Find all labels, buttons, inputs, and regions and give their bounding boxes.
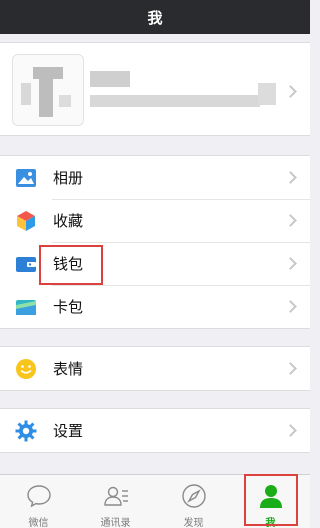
tab-chats[interactable]: 微信 — [0, 475, 77, 528]
chevron-right-icon — [284, 171, 297, 184]
chevron-right-icon — [284, 214, 297, 227]
tab-me-highlight-box — [244, 474, 298, 526]
tab-label: 微信 — [28, 518, 49, 528]
profile-name — [90, 71, 130, 87]
wallet-icon — [16, 257, 36, 272]
menu-item-label: 表情 — [53, 360, 84, 378]
menu-item-settings[interactable]: 设置 — [0, 409, 310, 452]
chat-bubble-icon — [26, 485, 51, 508]
tab-contacts[interactable]: 通讯录 — [77, 475, 154, 528]
favorites-cube-icon — [17, 211, 35, 231]
profile-id — [90, 95, 260, 107]
card-package-icon — [16, 300, 36, 315]
menu-item-favorites[interactable]: 收藏 — [0, 199, 310, 242]
qr-code-icon[interactable] — [258, 83, 276, 105]
chevron-right-icon — [284, 300, 297, 313]
wallet-highlight-box — [39, 245, 103, 285]
menu-item-label: 卡包 — [53, 298, 84, 316]
top-nav-bar: 我 — [0, 0, 310, 34]
gear-icon — [15, 420, 37, 442]
menu-group-1: 相册 收藏 钱包 卡包 — [0, 155, 310, 329]
chevron-right-icon — [284, 424, 297, 437]
tab-label: 发现 — [183, 518, 204, 528]
menu-item-label: 收藏 — [53, 212, 84, 230]
menu-item-stickers[interactable]: 表情 — [0, 347, 310, 390]
page-title: 我 — [147, 8, 163, 27]
tab-discover[interactable]: 发现 — [155, 475, 232, 528]
compass-icon — [181, 484, 206, 508]
chevron-right-icon — [284, 257, 297, 270]
smiley-icon — [16, 359, 36, 379]
profile-card[interactable] — [0, 42, 310, 136]
menu-group-3: 设置 — [0, 408, 310, 453]
chevron-right-icon — [284, 85, 297, 98]
menu-item-album[interactable]: 相册 — [0, 156, 310, 199]
menu-item-label: 相册 — [53, 169, 84, 187]
photo-album-icon — [16, 169, 36, 187]
chevron-right-icon — [284, 362, 297, 375]
contacts-icon — [103, 486, 128, 506]
menu-item-label: 设置 — [53, 422, 84, 440]
menu-item-card-package[interactable]: 卡包 — [0, 285, 310, 328]
avatar[interactable] — [12, 54, 84, 126]
menu-group-2: 表情 — [0, 346, 310, 391]
tab-label: 通讯录 — [100, 518, 131, 528]
